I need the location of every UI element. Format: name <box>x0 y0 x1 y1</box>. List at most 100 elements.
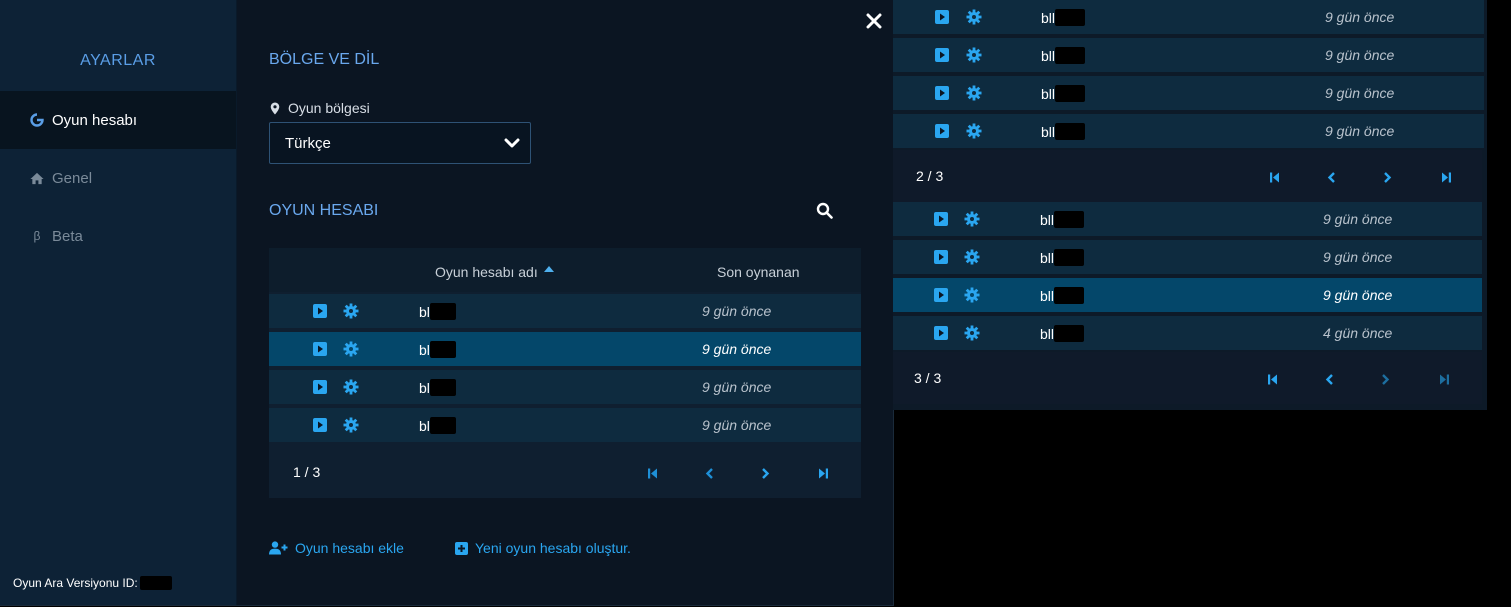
account-settings-button[interactable] <box>964 287 980 306</box>
last-page-icon <box>1442 172 1451 183</box>
account-settings-button[interactable] <box>966 9 982 28</box>
play-button[interactable] <box>313 380 327 397</box>
next-page-button[interactable] <box>761 466 770 482</box>
last-page-icon <box>1440 374 1449 385</box>
account-name: bl <box>419 341 456 358</box>
first-page-icon <box>648 468 657 479</box>
sort-asc-icon <box>543 266 554 272</box>
first-page-button[interactable] <box>647 466 659 482</box>
table-row[interactable]: bl 9 gün önce <box>269 294 861 328</box>
gear-icon <box>964 287 980 303</box>
redacted-block <box>429 341 456 358</box>
table-row[interactable]: bll 9 gün önce <box>893 278 1482 312</box>
play-button[interactable] <box>935 48 949 65</box>
next-page-button[interactable] <box>1383 170 1392 186</box>
version-id: Oyun Ara Versiyonu ID: <box>13 576 172 590</box>
first-page-button[interactable] <box>1267 372 1279 388</box>
play-button[interactable] <box>935 10 949 27</box>
table-row[interactable]: bl 9 gün önce <box>269 332 861 366</box>
table-row[interactable]: bl 9 gün önce <box>269 408 861 442</box>
account-settings-button[interactable] <box>343 417 359 436</box>
account-name-text: bl <box>419 303 430 320</box>
close-button[interactable] <box>863 10 885 32</box>
gear-icon <box>343 417 359 433</box>
create-account-link[interactable]: Yeni oyun hesabı oluştur. <box>455 540 631 556</box>
play-button[interactable] <box>934 326 948 343</box>
table-row[interactable]: bll 9 gün önce <box>893 114 1484 148</box>
last-played: 9 gün önce <box>1325 9 1395 25</box>
chevron-right-icon <box>1384 172 1392 183</box>
account-settings-button[interactable] <box>966 85 982 104</box>
account-settings-button[interactable] <box>343 379 359 398</box>
gear-icon <box>964 211 980 227</box>
last-page-button[interactable] <box>1440 170 1452 186</box>
first-page-button[interactable] <box>1269 170 1281 186</box>
table-row[interactable]: bl 9 gün önce <box>269 370 861 404</box>
version-label: Oyun Ara Versiyonu ID: <box>13 576 138 590</box>
sidebar-item-game-account[interactable]: Oyun hesabı <box>0 91 236 149</box>
account-name: bl <box>419 417 456 434</box>
last-page-button[interactable] <box>817 466 829 482</box>
prev-page-button[interactable] <box>705 466 714 482</box>
play-button[interactable] <box>934 212 948 229</box>
column-header-last-played[interactable]: Son oynanan <box>717 264 800 280</box>
table-row[interactable]: bll 9 gün önce <box>893 38 1484 72</box>
play-button[interactable] <box>934 288 948 305</box>
sidebar: AYARLAR Oyun hesabı Genel β Beta Oyun Ar… <box>0 0 237 605</box>
add-account-label: Oyun hesabı ekle <box>295 540 404 556</box>
column-header-name[interactable]: Oyun hesabı adı <box>435 264 554 280</box>
add-user-icon <box>269 541 288 555</box>
account-settings-button[interactable] <box>966 47 982 66</box>
account-settings-button[interactable] <box>964 325 980 344</box>
account-name: bll <box>1041 123 1086 140</box>
account-name-text: bl <box>419 379 430 396</box>
play-button[interactable] <box>935 124 949 141</box>
table-row[interactable]: bll 9 gün önce <box>893 240 1482 274</box>
prev-page-button[interactable] <box>1325 372 1334 388</box>
account-name: bll <box>1040 211 1085 228</box>
next-page-button[interactable] <box>1381 372 1390 388</box>
pagination-page-2: 2 / 3 <box>893 150 1482 202</box>
play-icon <box>313 380 327 394</box>
home-icon <box>30 171 44 185</box>
table-row[interactable]: bll 9 gün önce <box>893 76 1484 110</box>
account-settings-button[interactable] <box>343 341 359 360</box>
play-button[interactable] <box>313 304 327 321</box>
account-name-text: bl <box>419 417 430 434</box>
sidebar-item-label: Genel <box>52 169 93 187</box>
play-button[interactable] <box>935 86 949 103</box>
pagination: 1 / 3 <box>269 446 861 498</box>
play-icon <box>313 304 327 318</box>
table-row[interactable]: bll 4 gün önce <box>893 316 1482 350</box>
play-button[interactable] <box>313 342 327 359</box>
gear-icon <box>966 47 982 63</box>
last-played: 4 gün önce <box>1323 325 1393 341</box>
account-name-text: bll <box>1040 249 1055 266</box>
account-name: bll <box>1041 85 1086 102</box>
settings-window: AYARLAR Oyun hesabı Genel β Beta Oyun Ar… <box>0 0 894 606</box>
account-settings-button[interactable] <box>964 249 980 268</box>
play-icon <box>313 342 327 356</box>
account-settings-button[interactable] <box>964 211 980 230</box>
search-button[interactable] <box>816 202 833 224</box>
add-account-link[interactable]: Oyun hesabı ekle <box>269 540 404 556</box>
play-icon <box>935 10 949 24</box>
table-row[interactable]: bll 9 gün önce <box>893 202 1482 236</box>
account-name-text: bll <box>1041 85 1056 102</box>
prev-page-button[interactable] <box>1327 170 1336 186</box>
table-header: Oyun hesabı adı Son oynanan <box>269 248 861 292</box>
last-page-button[interactable] <box>1438 372 1450 388</box>
sidebar-item-general[interactable]: Genel <box>0 149 236 207</box>
gear-icon <box>964 325 980 341</box>
play-button[interactable] <box>934 250 948 267</box>
play-button[interactable] <box>313 418 327 435</box>
gear-icon <box>966 85 982 101</box>
gear-icon <box>966 123 982 139</box>
account-settings-button[interactable] <box>343 303 359 322</box>
region-select[interactable]: Türkçe <box>269 122 531 164</box>
sidebar-item-beta[interactable]: β Beta <box>0 207 236 265</box>
account-settings-button[interactable] <box>966 123 982 142</box>
gear-icon <box>966 9 982 25</box>
table-row[interactable]: bll 9 gün önce <box>893 0 1484 34</box>
redacted-block <box>1054 287 1085 304</box>
